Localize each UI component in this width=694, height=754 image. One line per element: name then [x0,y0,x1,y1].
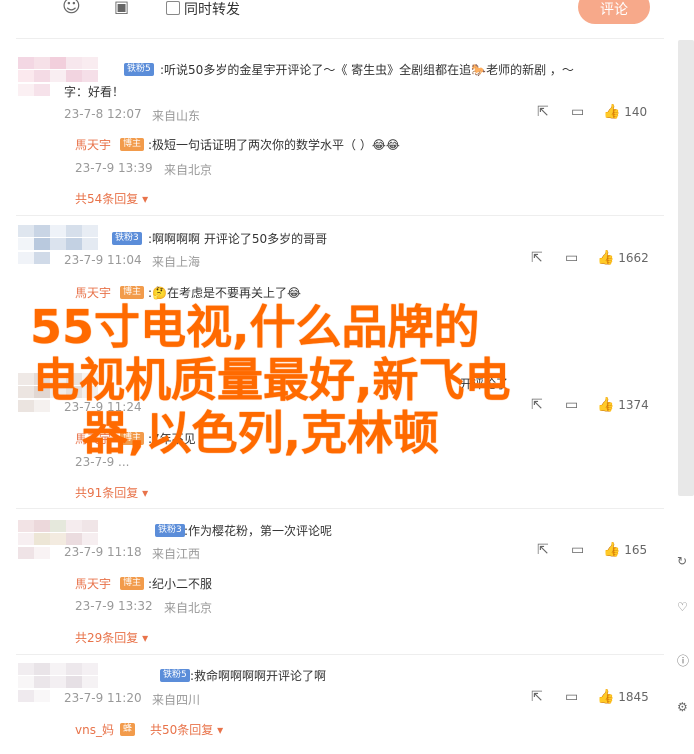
heart-icon[interactable]: ♡ [677,600,688,614]
like-button[interactable]: 👍 1845 [597,689,649,705]
author-badge: 蜂 [120,723,136,736]
overlay-line-3: 器,以色列,克林顿 [82,406,439,460]
chevron-down-icon: ▾ [142,192,149,206]
like-icon: 👍 [597,397,615,413]
reply-time: 23-7-9 13:32 [75,599,153,613]
comment-icon[interactable]: ▭ [571,542,584,558]
share-icon[interactable]: ⇱ [537,104,549,120]
share-icon[interactable]: ⇱ [531,689,543,705]
comment-icon[interactable]: ▭ [565,250,578,266]
like-button[interactable]: 👍 140 [603,104,647,120]
smile-icon[interactable]: ☺ [62,0,81,17]
author-badge: 博主 [120,577,145,590]
chevron-down-icon: ▾ [142,486,149,500]
reply-author[interactable]: 馬天宇 [75,284,111,301]
scrollbar[interactable] [678,40,694,496]
comment-text: :听说50多岁的金星宇开评论了～《 寄生虫》全剧组都在追🐎老师的新剧 ，～ [160,63,574,77]
author-badge: 博主 [120,138,145,151]
like-icon: 👍 [597,250,615,266]
forward-label: 同时转发 [184,2,240,18]
reply-text: :🤔在考虑是不要再关上了😂 [148,286,302,300]
expand-replies[interactable]: 共29条回复 ▾ [75,629,148,646]
reply-location: 来自北京 [164,601,213,615]
reply-text: :极短一句话证明了两次你的数学水平（ ）😂😂 [148,138,400,152]
reply-location: 来自北京 [164,163,213,177]
comment-icon[interactable]: ▭ [571,104,584,120]
reply-author[interactable]: 馬天宇 [75,575,111,592]
share-icon[interactable]: ⇱ [531,397,543,413]
reply-author[interactable]: 馬天宇 [75,136,111,153]
comment-text: :啊啊啊啊 开评论了50多岁的哥哥 [148,232,328,246]
like-button[interactable]: 👍 1374 [597,397,649,413]
comment-icon[interactable]: ▭ [565,397,578,413]
divider [16,654,664,655]
like-icon: 👍 [603,542,621,558]
divider [16,508,664,509]
expand-replies[interactable]: 共50条回复 ▾ [150,721,223,738]
fan-badge: 铁粉3 [112,232,142,245]
comment-location: 来自上海 [152,255,201,269]
comment-location: 来自江西 [152,547,201,561]
comment-text-cont: 字：好看！ [64,85,125,99]
fan-badge: 铁粉3 [155,524,185,537]
overlay-headline: 55寸电视,什么品牌的 电视机质量最好,新飞电 器,以色列,克林顿 [30,301,510,460]
top-toolbar: ☺ ▣ 同时转发 评论 [0,0,694,24]
overlay-line-1: 55寸电视,什么品牌的 [30,300,480,354]
comment-text: :救命啊啊啊啊开评论了啊 [190,669,327,683]
refresh-icon[interactable]: ↻ [677,554,687,568]
reply-text: :纪小二不服 [148,577,213,591]
chevron-down-icon: ▾ [217,723,224,737]
reply-time: 23-7-9 13:39 [75,161,153,175]
chevron-down-icon: ▾ [142,631,149,645]
divider [16,215,664,216]
divider [16,38,664,39]
forward-checkbox[interactable] [166,1,180,15]
overlay-line-2: 电视机质量最好,新飞电 [33,353,511,407]
comment-time: 23-7-9 11:20 [64,691,142,705]
settings-icon[interactable]: ⚙ [677,700,688,714]
comment-location: 来自山东 [152,109,201,123]
comment-time: 23-7-8 12:07 [64,107,142,121]
comment-text: :作为樱花粉，第一次评论呢 [184,524,333,538]
comment-time: 23-7-9 11:18 [64,545,142,559]
expand-replies[interactable]: 共54条回复 ▾ [75,190,148,207]
image-icon[interactable]: ▣ [114,0,129,16]
like-icon: 👍 [603,104,621,120]
comment-location: 来自四川 [152,693,201,707]
comment-icon[interactable]: ▭ [565,689,578,705]
author-badge: 博主 [120,286,145,299]
info-icon[interactable]: ⓘ [677,652,689,669]
like-button[interactable]: 👍 1662 [597,250,649,266]
like-button[interactable]: 👍 165 [603,542,647,558]
share-icon[interactable]: ⇱ [531,250,543,266]
comment-time: 23-7-9 11:04 [64,253,142,267]
share-icon[interactable]: ⇱ [537,542,549,558]
comment-button[interactable]: 评论 [578,0,650,24]
like-icon: 👍 [597,689,615,705]
fan-badge: 铁粉5 [160,669,190,682]
fan-badge: 铁粉5 [124,63,154,76]
expand-replies[interactable]: 共91条回复 ▾ [75,484,148,501]
reply-author[interactable]: vns_妈 [75,721,114,738]
